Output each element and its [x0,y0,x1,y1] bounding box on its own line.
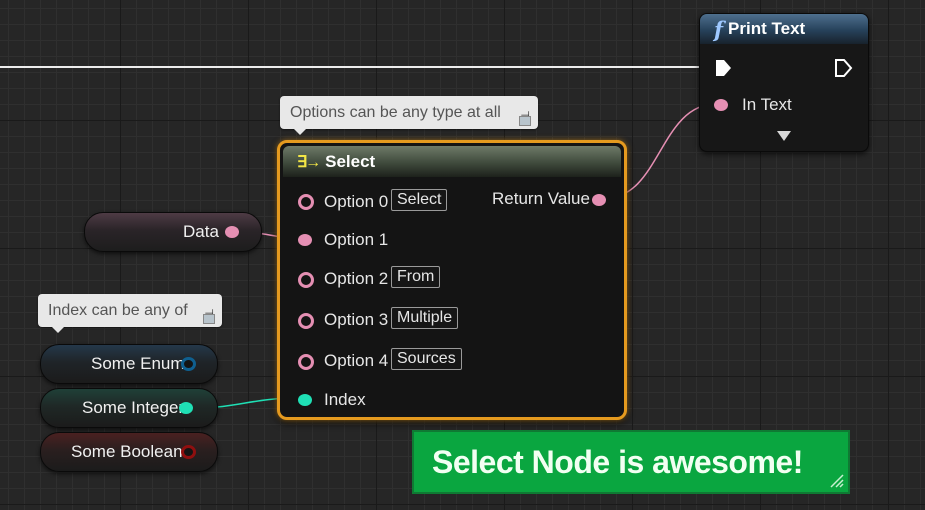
select-node[interactable]: ∃→ Select Option 0 Select Option 1 Optio… [277,140,627,420]
index-comment-text: Index can be any of [48,302,188,319]
enum-pin[interactable] [181,357,196,371]
option-3-pin[interactable] [298,313,314,329]
index-label: Index [324,390,366,409]
options-comment-text: Options can be any type at all [290,104,501,121]
option-4-label: Option 4 [324,351,389,370]
expand-arrow-icon[interactable] [776,130,792,142]
index-comment-bubble[interactable]: Index can be any of ⊣ [38,294,222,333]
print-text-header[interactable]: f Print Text [700,14,868,44]
pin-comment-icon[interactable]: ⊣ [519,100,531,133]
options-comment-bubble[interactable]: Options can be any type at all ⊣ [280,96,538,135]
option-2-pin[interactable] [298,272,314,288]
return-value-label: Return Value [492,189,590,208]
some-boolean-label: Some Boolean [71,442,183,461]
some-boolean-node[interactable]: Some Boolean [40,432,218,472]
select-title: Select [325,151,376,171]
option-3-value[interactable]: Multiple [391,307,459,329]
some-enum-label: Some Enum [91,354,185,373]
option-1-label: Option 1 [324,230,389,249]
option-4-value[interactable]: Sources [391,348,462,370]
integer-pin[interactable] [179,402,193,414]
exec-in-pin-icon[interactable] [714,58,734,78]
in-text-label: In Text [742,95,792,114]
data-variable-node[interactable]: Data [84,212,262,252]
index-pin[interactable] [298,394,312,406]
option-2-label: Option 2 [324,269,389,288]
exec-out-pin-icon[interactable] [834,58,854,78]
print-text-node[interactable]: f Print Text In Text [699,13,869,152]
some-integer-label: Some Integer [82,398,185,417]
data-pin[interactable] [225,226,239,238]
option-0-value[interactable]: Select [391,189,448,211]
in-text-pin[interactable] [714,99,728,111]
select-header[interactable]: ∃→ Select [283,146,621,177]
option-3-label: Option 3 [324,310,389,329]
boolean-pin[interactable] [181,445,196,459]
data-variable-label: Data [183,222,219,241]
return-value-pin[interactable] [592,194,606,206]
option-2-value[interactable]: From [391,266,441,288]
option-0-label: Option 0 [324,192,389,211]
option-4-pin[interactable] [298,354,314,370]
some-integer-node[interactable]: Some Integer [40,388,218,428]
select-icon: ∃→ [297,153,321,171]
pin-comment-icon[interactable]: ⊣ [203,298,215,331]
some-enum-node[interactable]: Some Enum [40,344,218,384]
option-1-pin[interactable] [298,234,312,246]
resize-grip-icon[interactable] [828,472,844,488]
green-comment-text: Select Node is awesome! [432,444,803,480]
print-text-title: Print Text [728,19,806,38]
green-comment-box[interactable]: Select Node is awesome! [412,430,850,494]
option-0-pin[interactable] [298,194,314,210]
function-icon: f [714,16,724,42]
